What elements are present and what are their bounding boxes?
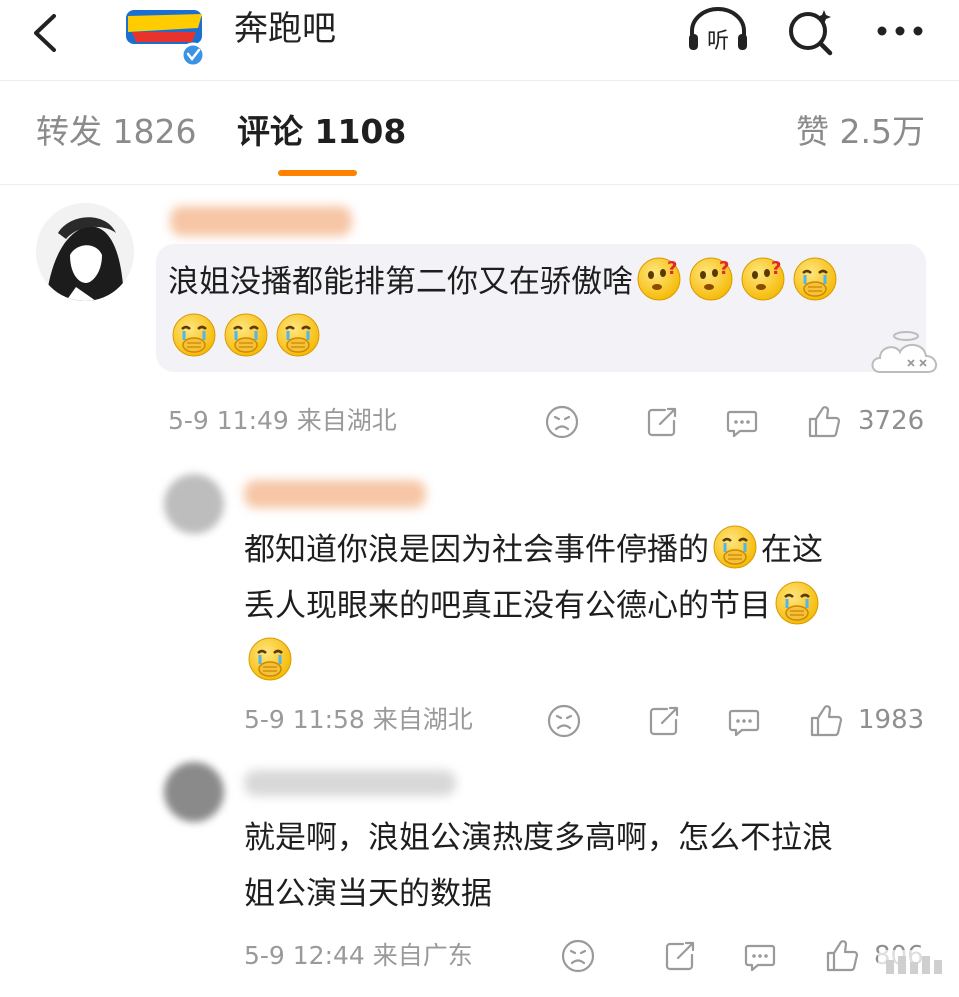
reply-text: 就是啊，浪姐公演热度多高啊，怎么不拉浪 姐公演当天的数据 bbox=[244, 810, 924, 922]
like-icon[interactable] bbox=[806, 404, 842, 440]
tab-bar: 转发 1826 评论 1108 赞 2.5万 bbox=[0, 82, 959, 185]
dislike-icon[interactable] bbox=[560, 938, 596, 974]
crying-emoji bbox=[247, 636, 293, 682]
reply-text-line: 都知道你浪是因为社会事件停播的 bbox=[244, 532, 709, 568]
like-icon[interactable] bbox=[824, 938, 860, 974]
avatar[interactable] bbox=[164, 474, 224, 534]
share-icon[interactable] bbox=[662, 938, 698, 974]
more-icon[interactable] bbox=[870, 4, 934, 58]
comment-icon[interactable] bbox=[726, 703, 762, 739]
reply-text-line: 丢人现眼来的吧真正没有公德心的节目 bbox=[244, 588, 771, 624]
reply-text-tail: 在这 bbox=[761, 532, 823, 568]
username-blurred[interactable] bbox=[244, 480, 426, 508]
crying-emoji bbox=[774, 580, 820, 626]
watermark-icon bbox=[878, 950, 954, 984]
tab-comment[interactable]: 评论 1108 bbox=[237, 110, 406, 154]
avatar[interactable] bbox=[164, 762, 224, 822]
username-blurred[interactable] bbox=[244, 770, 456, 796]
crying-emoji bbox=[275, 312, 321, 358]
running-man-logo[interactable] bbox=[122, 4, 208, 66]
doge-question-emoji bbox=[636, 256, 682, 302]
like-icon[interactable] bbox=[808, 703, 844, 739]
reply-text-line: 姐公演当天的数据 bbox=[244, 876, 492, 912]
share-icon[interactable] bbox=[646, 703, 682, 739]
cloud-sticker-icon bbox=[871, 331, 937, 373]
comment-icon[interactable] bbox=[724, 404, 760, 440]
search-icon[interactable] bbox=[780, 4, 844, 58]
comment-meta: 5-9 11:49 来自湖北 bbox=[168, 406, 397, 435]
like-count: 3726 bbox=[858, 406, 925, 436]
comment-text-line: 浪姐没播都能排第二你又在骄傲啥 bbox=[168, 264, 633, 300]
reply-text: 都知道你浪是因为社会事件停播的 在这 丢人现眼来的吧真正没有公德心的节目 bbox=[244, 522, 924, 690]
comment-icon[interactable] bbox=[742, 938, 778, 974]
doge-question-emoji bbox=[688, 256, 734, 302]
share-icon[interactable] bbox=[644, 404, 680, 440]
username-blurred[interactable] bbox=[170, 206, 352, 236]
dislike-icon[interactable] bbox=[544, 404, 580, 440]
crying-emoji bbox=[792, 256, 838, 302]
comment-meta: 5-9 12:44 来自广东 bbox=[244, 941, 473, 970]
active-tab-indicator bbox=[278, 170, 357, 176]
crying-emoji bbox=[171, 312, 217, 358]
page-title: 奔跑吧 bbox=[234, 9, 336, 49]
doge-question-emoji bbox=[740, 256, 786, 302]
crying-emoji bbox=[712, 524, 758, 570]
reply-text-line: 就是啊，浪姐公演热度多高啊，怎么不拉浪 bbox=[244, 820, 833, 856]
comment-meta: 5-9 11:58 来自湖北 bbox=[244, 705, 473, 734]
tab-repost[interactable]: 转发 1826 bbox=[36, 110, 196, 154]
like-count: 1983 bbox=[858, 705, 925, 735]
crying-emoji bbox=[223, 312, 269, 358]
comment-text: 浪姐没播都能排第二你又在骄傲啥 bbox=[168, 254, 928, 366]
tab-like[interactable]: 赞 2.5万 bbox=[796, 110, 925, 154]
avatar[interactable] bbox=[36, 203, 134, 301]
listen-label: 听 bbox=[707, 29, 729, 54]
top-bar: 奔跑吧 听 bbox=[0, 0, 959, 81]
dislike-icon[interactable] bbox=[546, 703, 582, 739]
listen-icon[interactable]: 听 bbox=[686, 4, 750, 58]
back-arrow-icon[interactable] bbox=[26, 8, 66, 58]
